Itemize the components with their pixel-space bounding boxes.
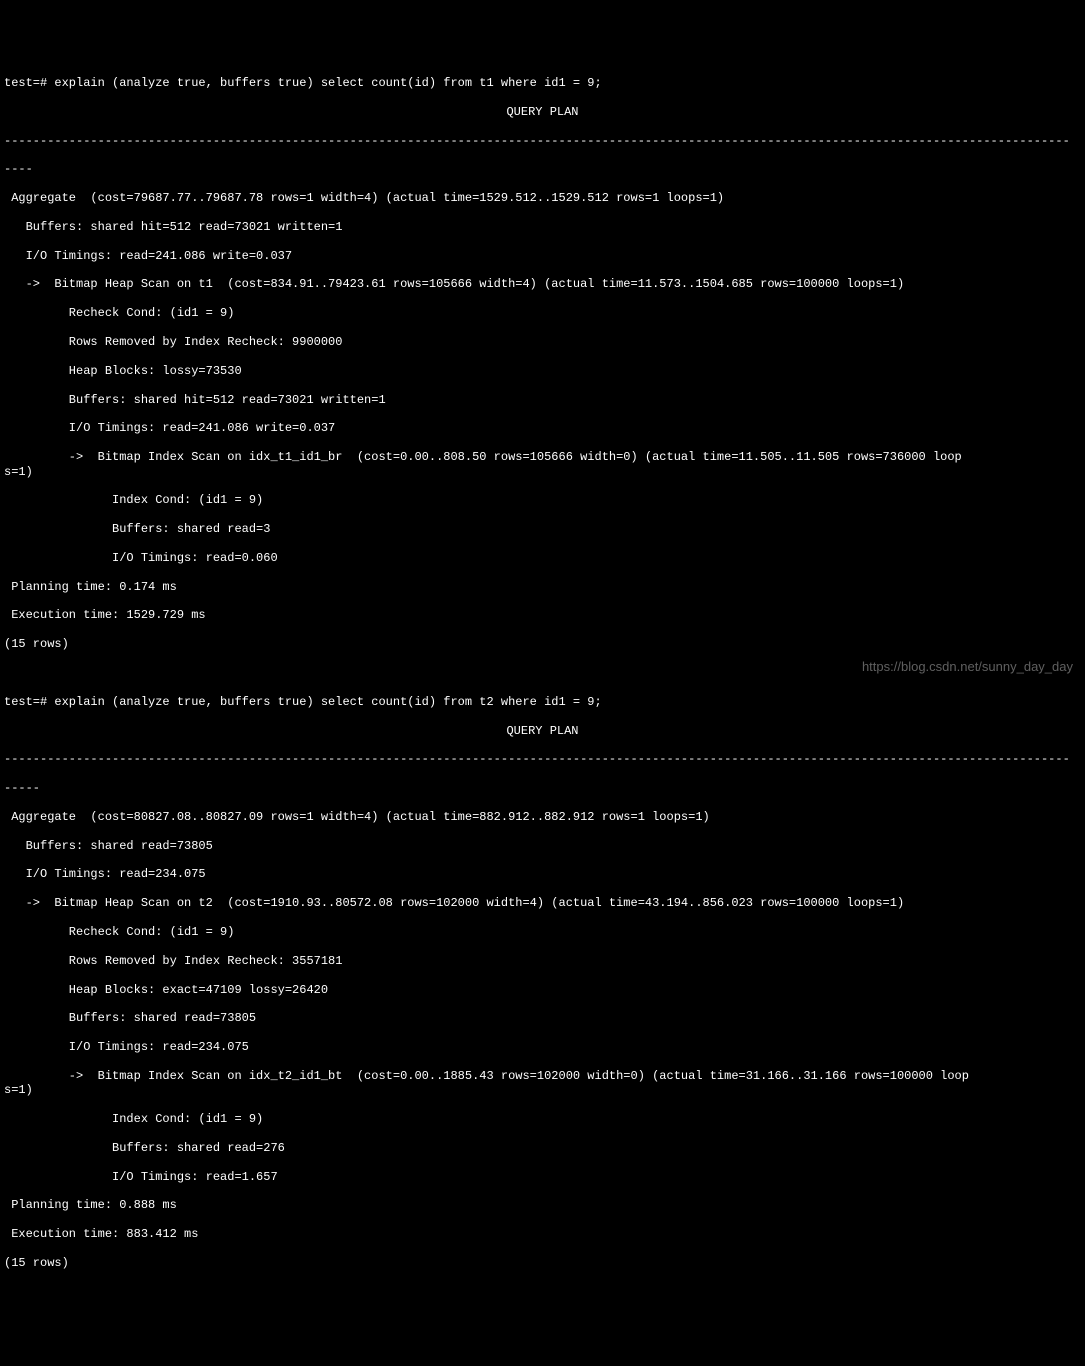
separator-2a: ----------------------------------------… — [4, 752, 1081, 766]
plan-line: I/O Timings: read=234.075 — [4, 867, 1081, 881]
plan-line: -> Bitmap Heap Scan on t1 (cost=834.91..… — [4, 277, 1081, 291]
plan-line: Planning time: 0.174 ms — [4, 580, 1081, 594]
plan-line: (15 rows) — [4, 637, 1081, 651]
plan-line: Recheck Cond: (id1 = 9) — [4, 306, 1081, 320]
plan-line: I/O Timings: read=241.086 write=0.037 — [4, 421, 1081, 435]
plan-line: Buffers: shared read=3 — [4, 522, 1081, 536]
plan-line: Execution time: 883.412 ms — [4, 1227, 1081, 1241]
plan-line: Heap Blocks: lossy=73530 — [4, 364, 1081, 378]
plan-line: Rows Removed by Index Recheck: 9900000 — [4, 335, 1081, 349]
plan-line: Execution time: 1529.729 ms — [4, 608, 1081, 622]
plan-line: Buffers: shared hit=512 read=73021 writt… — [4, 220, 1081, 234]
plan-line: I/O Timings: read=1.657 — [4, 1170, 1081, 1184]
plan-line: Rows Removed by Index Recheck: 3557181 — [4, 954, 1081, 968]
plan-line-wrapped: -> Bitmap Index Scan on idx_t1_id1_br (c… — [4, 450, 1081, 479]
query-plan-header-1: QUERY PLAN — [4, 105, 1081, 119]
plan-line: Aggregate (cost=80827.08..80827.09 rows=… — [4, 810, 1081, 824]
plan-line: Buffers: shared read=73805 — [4, 1011, 1081, 1025]
sql-command-2: test=# explain (analyze true, buffers tr… — [4, 695, 1081, 709]
plan-line: Heap Blocks: exact=47109 lossy=26420 — [4, 983, 1081, 997]
plan-line: I/O Timings: read=0.060 — [4, 551, 1081, 565]
query-plan-header-2: QUERY PLAN — [4, 724, 1081, 738]
plan-line: Buffers: shared hit=512 read=73021 writt… — [4, 393, 1081, 407]
plan-line: Planning time: 0.888 ms — [4, 1198, 1081, 1212]
plan-line-wrapped: -> Bitmap Index Scan on idx_t2_id1_bt (c… — [4, 1069, 1081, 1098]
plan-line: Index Cond: (id1 = 9) — [4, 1112, 1081, 1126]
plan-line: Aggregate (cost=79687.77..79687.78 rows=… — [4, 191, 1081, 205]
plan-line: Buffers: shared read=73805 — [4, 839, 1081, 853]
separator-1a: ----------------------------------------… — [4, 134, 1081, 148]
watermark-text: https://blog.csdn.net/sunny_day_day — [862, 659, 1073, 675]
plan-line: Buffers: shared read=276 — [4, 1141, 1081, 1155]
plan-line: I/O Timings: read=241.086 write=0.037 — [4, 249, 1081, 263]
plan-line: -> Bitmap Heap Scan on t2 (cost=1910.93.… — [4, 896, 1081, 910]
sql-command-1: test=# explain (analyze true, buffers tr… — [4, 76, 1081, 90]
plan-line: (15 rows) — [4, 1256, 1081, 1270]
plan-line: Recheck Cond: (id1 = 9) — [4, 925, 1081, 939]
separator-1b: ---- — [4, 162, 1081, 176]
separator-2b: ----- — [4, 781, 1081, 795]
plan-line: Index Cond: (id1 = 9) — [4, 493, 1081, 507]
plan-line: I/O Timings: read=234.075 — [4, 1040, 1081, 1054]
